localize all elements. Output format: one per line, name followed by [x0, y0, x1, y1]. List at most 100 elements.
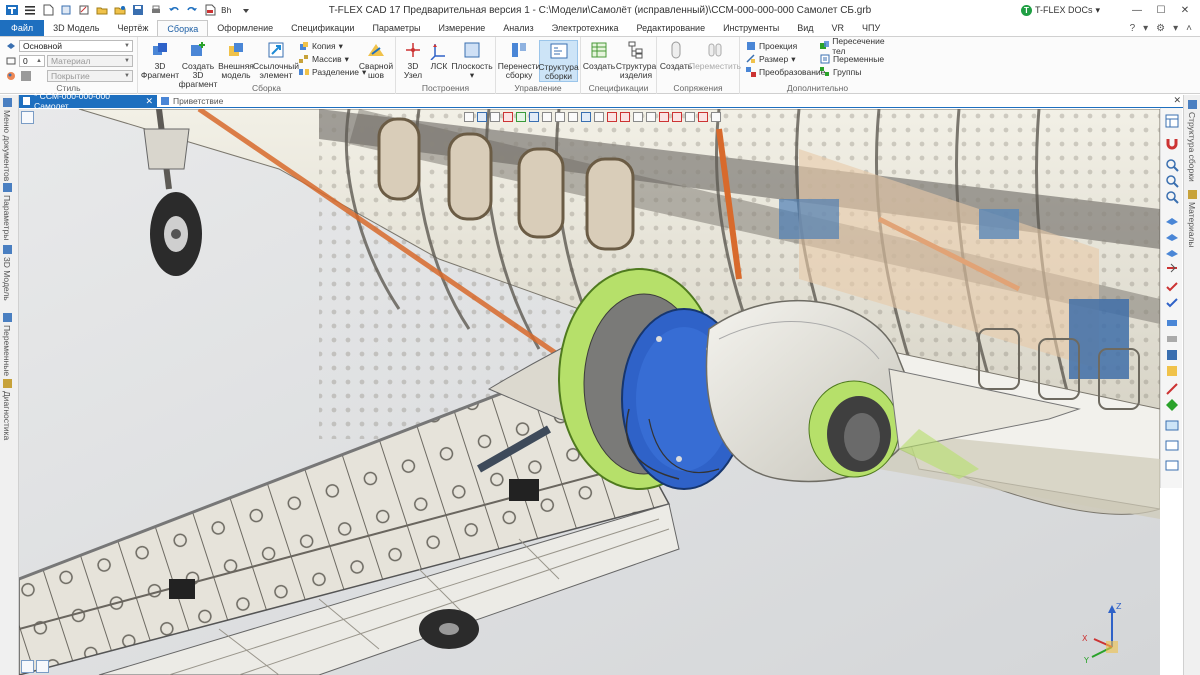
wireframe-view-icon[interactable] [1165, 364, 1179, 378]
profile-select-icon[interactable] [672, 112, 682, 122]
product-structure-button[interactable]: Структура изделия [616, 40, 656, 80]
node-3d-button[interactable]: 3D Узел [400, 40, 426, 80]
tools-icon[interactable] [1165, 382, 1179, 396]
create-mate-button[interactable]: Создать [660, 40, 692, 71]
face-select-icon[interactable] [555, 112, 565, 122]
create-spec-button[interactable]: Создать [583, 40, 615, 71]
customize-qat-icon[interactable] [238, 2, 254, 18]
level-field[interactable]: 0 ▲ [19, 55, 45, 67]
new-drawing-icon[interactable] [76, 2, 92, 18]
help-icon[interactable]: ? [1130, 23, 1136, 34]
snap-options-icon[interactable] [529, 112, 539, 122]
magnet-icon[interactable] [1165, 136, 1179, 150]
assembly-structure-button[interactable]: Структура сборки [538, 40, 579, 82]
tab-editing[interactable]: Редактирование [628, 20, 715, 36]
split-view-icon[interactable] [21, 660, 34, 673]
minimize-button[interactable]: — [1130, 3, 1144, 17]
split-button[interactable]: Разделение ▾ [299, 66, 366, 78]
units-icon[interactable]: Вh [220, 2, 236, 18]
tab-file[interactable]: Файл [0, 20, 45, 36]
axis-select-icon[interactable] [646, 112, 656, 122]
zoom-in-icon[interactable] [1165, 158, 1179, 172]
3d-viewport[interactable]: Z X Y [19, 109, 1160, 675]
dropdown-icon[interactable]: ▾ [1173, 23, 1178, 34]
edge-select-icon[interactable] [542, 112, 552, 122]
transform-button[interactable]: Преобразование [746, 66, 825, 78]
snap-icon[interactable] [516, 112, 526, 122]
undo-icon[interactable] [166, 2, 182, 18]
create-fragment-button[interactable]: Создать 3D фрагмент [178, 40, 218, 89]
copy-button[interactable]: Копия ▾ [299, 40, 343, 52]
docs-logo[interactable]: T T-FLEX DOCs ▾ [1020, 4, 1100, 16]
layer-icon[interactable] [6, 40, 16, 52]
path-select-icon[interactable] [659, 112, 669, 122]
operation-select-icon[interactable] [581, 112, 591, 122]
move-mate-button[interactable]: Переместить [689, 40, 741, 71]
plane-button[interactable]: Плоскость ▾ [451, 40, 493, 80]
zoom-out-icon[interactable] [1165, 174, 1179, 188]
panel-tab-variables[interactable]: Переменные [2, 313, 12, 376]
layer-select[interactable]: Основной ▼ [19, 40, 133, 52]
redo-icon[interactable] [184, 2, 200, 18]
gear-icon[interactable]: ⚙ [1156, 23, 1165, 34]
airplane-model-render[interactable]: Z X Y [19, 109, 1160, 675]
weld-button[interactable]: Сварной шов [358, 40, 394, 80]
level-icon[interactable] [6, 55, 16, 67]
lcs-select-icon[interactable] [698, 112, 708, 122]
panel-tab-materials[interactable]: Материалы [1187, 190, 1197, 248]
zoom-fit-icon[interactable] [1165, 190, 1179, 204]
close-button[interactable]: ✕ [1178, 3, 1192, 17]
panel-tab-parameters[interactable]: Параметры [2, 183, 12, 240]
clear-selection-icon[interactable] [503, 112, 513, 122]
body-select-icon[interactable] [568, 112, 578, 122]
maximize-button[interactable]: ☐ [1154, 3, 1168, 17]
close-all-icon[interactable]: ✕ [1173, 95, 1181, 106]
doc-tab-airplane[interactable]: * ССМ-000-000-000 Самолет ... ✕ [19, 91, 157, 111]
lcs-button[interactable]: ЛСК [428, 40, 450, 71]
groups-button[interactable]: Группы [820, 66, 861, 78]
panel-tab-document-menu[interactable]: Меню документов [2, 98, 12, 181]
close-icon[interactable]: ✕ [145, 96, 153, 107]
tab-vr[interactable]: VR [823, 20, 854, 36]
collapse-ribbon-icon[interactable]: ˄ [1186, 23, 1192, 34]
view-front-icon[interactable] [1165, 212, 1179, 226]
pdf-icon[interactable] [202, 2, 218, 18]
menu-icon[interactable] [22, 2, 38, 18]
shaded-view-icon[interactable] [1165, 348, 1179, 362]
open-icon[interactable] [94, 2, 110, 18]
view-options-icon[interactable] [711, 112, 721, 122]
new-3d-icon[interactable] [58, 2, 74, 18]
tab-formatting[interactable]: Оформление [208, 20, 282, 36]
tab-electrical[interactable]: Электротехника [543, 20, 628, 36]
dropdown-icon[interactable]: ▾ [1143, 23, 1148, 34]
section-plane-icon[interactable] [1165, 330, 1179, 344]
rearrange-assembly-button[interactable]: Перенести сборку [498, 40, 540, 80]
section-icon[interactable] [1165, 314, 1179, 328]
tab-analysis[interactable]: Анализ [494, 20, 542, 36]
view-top-icon[interactable] [1165, 228, 1179, 242]
split-view-2-icon[interactable] [36, 660, 49, 673]
tab-specifications[interactable]: Спецификации [282, 20, 363, 36]
fragment-3d-button[interactable]: 3D Фрагмент [141, 40, 179, 80]
color-swatch-icon[interactable] [21, 70, 31, 82]
open-recent-icon[interactable] [112, 2, 128, 18]
select-icon[interactable] [477, 112, 487, 122]
panel-tab-diagnostics[interactable]: Диагностика [2, 379, 12, 440]
material-select[interactable]: Материал ▼ [47, 55, 133, 67]
view-mode-icon[interactable] [21, 111, 34, 124]
tab-view[interactable]: Вид [788, 20, 822, 36]
tab-cnc[interactable]: ЧПУ [853, 20, 889, 36]
fragment-select-icon[interactable] [607, 112, 617, 122]
tab-tools[interactable]: Инструменты [714, 20, 788, 36]
new-document-icon[interactable] [40, 2, 56, 18]
reference-element-button[interactable]: Ссылочный элемент [253, 40, 299, 80]
select-all-icon[interactable] [1165, 296, 1179, 310]
variables-button[interactable]: Переменные [820, 53, 884, 65]
color-icon[interactable] [1165, 398, 1179, 412]
workplane-select-icon[interactable] [685, 112, 695, 122]
loop-select-icon[interactable] [594, 112, 604, 122]
panel-tab-assembly-structure[interactable]: Структура сборки [1187, 100, 1197, 182]
tab-parameters[interactable]: Параметры [363, 20, 429, 36]
light-icon[interactable] [1165, 438, 1179, 452]
vertex-select-icon[interactable] [633, 112, 643, 122]
